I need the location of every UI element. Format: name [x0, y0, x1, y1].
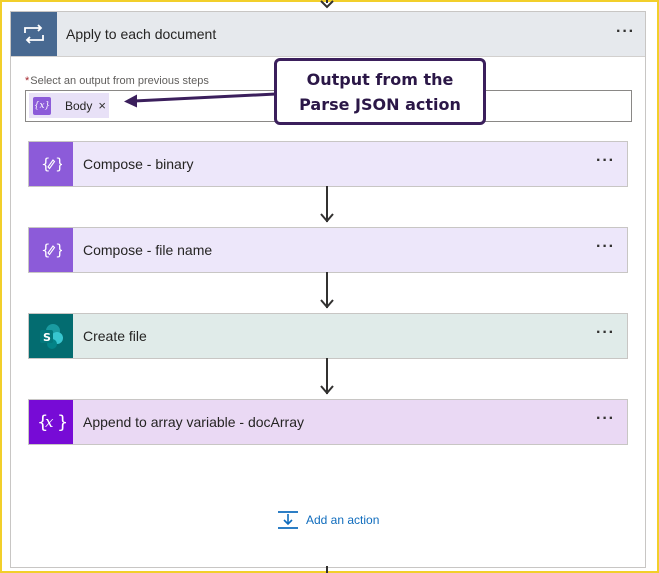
action-title: Compose - file name	[83, 242, 213, 258]
more-options-button[interactable]: ···	[596, 152, 615, 170]
connector-bottom	[326, 566, 328, 573]
svg-text:{: {	[41, 241, 51, 259]
expression-icon: {x}	[33, 96, 51, 115]
apply-to-each-title: Apply to each document	[66, 26, 217, 42]
add-step-icon	[278, 511, 298, 529]
arrow-down-icon	[320, 0, 334, 9]
add-an-action-label: Add an action	[306, 513, 380, 527]
body-token[interactable]: {x} Body ×	[29, 93, 109, 118]
annotation-callout: Output from the Parse JSON action	[274, 58, 486, 125]
svg-text:}: }	[55, 241, 62, 259]
svg-text:S: S	[43, 331, 51, 344]
action-card-append-to-array[interactable]: {x} Append to array variable - docArray …	[28, 399, 628, 445]
callout-arrow-icon	[124, 92, 277, 108]
action-title: Create file	[83, 328, 147, 344]
callout-line-2: Parse JSON action	[299, 94, 461, 114]
more-options-button[interactable]: ···	[596, 238, 615, 256]
more-options-button[interactable]: ···	[596, 410, 615, 428]
arrow-down-icon	[320, 213, 334, 223]
select-output-label-text: Select an output from previous steps	[30, 75, 209, 87]
more-options-button[interactable]: ···	[596, 324, 615, 342]
compose-icon: {}	[29, 142, 73, 186]
action-card-compose-binary[interactable]: {} Compose - binary ···	[28, 141, 628, 187]
variable-icon: {x}	[29, 400, 73, 444]
add-an-action-button[interactable]: Add an action	[277, 510, 379, 530]
action-title: Compose - binary	[83, 156, 194, 172]
required-marker: *	[25, 75, 30, 87]
apply-to-each-header[interactable]: Apply to each document ···	[11, 12, 645, 57]
loop-icon	[11, 12, 57, 56]
remove-token-button[interactable]: ×	[98, 99, 106, 112]
token-label: Body	[65, 98, 93, 113]
sharepoint-icon: S	[29, 314, 73, 358]
svg-text:x: x	[45, 413, 54, 431]
svg-text:}: }	[57, 412, 66, 433]
action-title: Append to array variable - docArray	[83, 414, 304, 430]
svg-text:}: }	[55, 155, 62, 173]
arrow-down-icon	[320, 299, 334, 309]
compose-icon: {}	[29, 228, 73, 272]
select-output-label: *Select an output from previous steps	[25, 75, 209, 87]
callout-line-1: Output from the	[306, 69, 454, 89]
svg-text:{: {	[41, 155, 51, 173]
more-options-button[interactable]: ···	[616, 23, 635, 41]
action-card-compose-file-name[interactable]: {} Compose - file name ···	[28, 227, 628, 273]
arrow-down-icon	[320, 385, 334, 395]
action-card-create-file[interactable]: S Create file ···	[28, 313, 628, 359]
